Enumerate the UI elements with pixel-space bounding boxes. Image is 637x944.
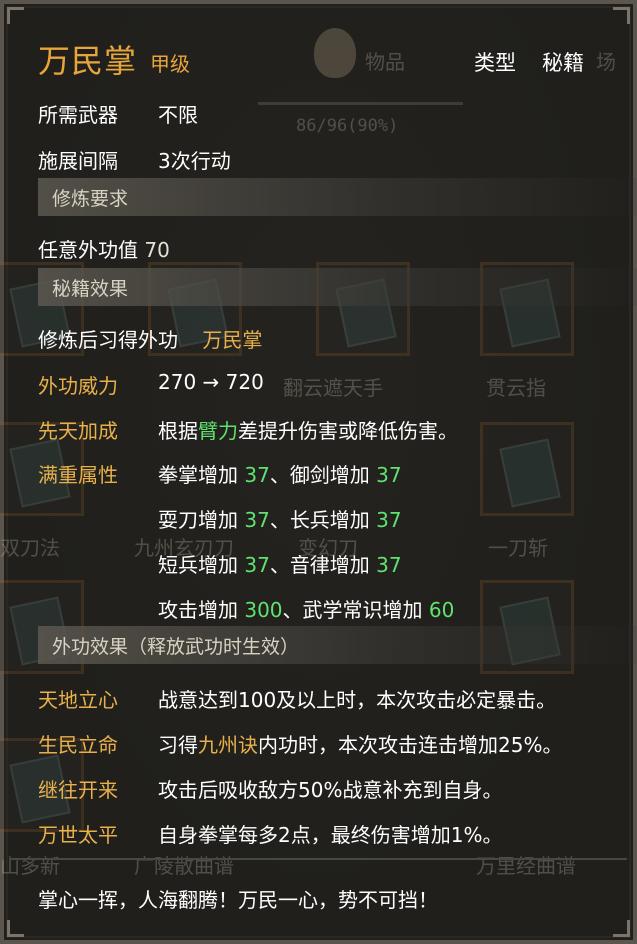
section-title: 秘籍效果 [52,278,129,300]
section-skill-effect: 外功效果（释放武功时生效） [38,626,637,664]
attr-name: 御剑增加 [289,463,377,487]
item-grade: 甲级 [150,52,190,76]
attr-line: 攻击增加 300、武学常识增加 60 [158,594,454,623]
attr-value: 37 [376,553,402,577]
effect-text: 习得 [158,733,198,757]
section-requirement: 修炼要求 [38,178,637,216]
item-title: 万民掌 [38,42,138,80]
effect-text: 战意达到100及以上时，本次攻击必定暴击。 [158,688,557,712]
divider [10,858,627,860]
attr-line: 拳掌增加 37、御剑增加 37 [158,459,402,488]
flavor-quote: 掌心一挥，人海翻腾！万民一心，势不可挡！ [38,888,438,912]
innate-value: 根据臂力差提升伤害或降低伤害。 [158,415,458,444]
skill-book-tooltip: 万民掌 甲级 类型 秘籍 所需武器 不限 施展间隔 3次行动 修炼要求 任意外功… [0,0,637,944]
innate-text: 差提升伤害或降低伤害。 [238,419,458,443]
attr-name: 长兵增加 [289,508,377,532]
skill-effect-label: 天地立心 [38,688,118,712]
innate-row: 先天加成 根据臂力差提升伤害或降低伤害。 [38,415,458,444]
attr-name: 拳掌增加 [158,463,245,487]
full-weight-row: 满重属性 拳掌增加 37、御剑增加 37 [38,459,402,488]
skill-effect-text: 习得九州诀内功时，本次攻击连击增加25%。 [158,729,562,758]
skill-effect-text: 自身拳掌每多2点，最终伤害增加1%。 [158,819,502,848]
section-effect: 秘籍效果 [38,268,637,306]
attr-value: 300 [244,598,283,622]
attr-value: 60 [428,598,455,622]
learn-label: 修炼后习得外功 [38,328,178,352]
skill-effect-label: 继往开来 [38,778,118,802]
attr-name: 短兵增加 [158,553,245,577]
innate-attribute: 臂力 [198,419,238,443]
section-title: 外功效果（释放武功时生效） [52,636,300,658]
power-label: 外功威力 [38,374,118,398]
attr-name: 武学常识增加 [302,598,429,622]
interval-value: 3次行动 [158,149,231,173]
linked-skill: 九州诀 [198,733,258,757]
attr-separator: 、 [269,463,290,487]
skill-effect-row: 继往开来 攻击后吸收敌方50%战意补充到自身。 [38,774,502,803]
attr-line: 短兵增加 37、音律增加 37 [158,549,402,578]
weapon-row: 所需武器 不限 [38,99,198,128]
innate-label: 先天加成 [38,419,118,443]
power-row: 外功威力 270 → 720 [38,370,264,399]
attr-value: 37 [376,508,402,532]
requirement-value: 70 [144,238,170,262]
attr-value: 37 [244,553,270,577]
attr-line: 耍刀增加 37、长兵增加 37 [158,504,402,533]
type-value: 秘籍 [542,51,584,75]
effect-text: 自身拳掌每多2点，最终伤害增加1%。 [158,823,503,847]
attr-separator: 、 [282,598,303,622]
interval-row: 施展间隔 3次行动 [38,145,231,174]
attr-name: 耍刀增加 [158,508,245,532]
skill-effect-label: 万世太平 [38,823,118,847]
interval-label: 施展间隔 [38,149,118,173]
effect-text: 攻击后吸收敌方50%战意补充到自身。 [158,778,503,802]
attr-name: 攻击增加 [158,598,245,622]
skill-effect-text: 攻击后吸收敌方50%战意补充到自身。 [158,774,502,803]
attr-value: 37 [244,463,270,487]
requirement-label: 任意外功值 [38,238,138,262]
skill-effect-label: 生民立命 [38,733,118,757]
attr-name: 音律增加 [289,553,377,577]
requirement-row: 任意外功值 70 [38,234,170,263]
skill-effect-row: 天地立心 战意达到100及以上时，本次攻击必定暴击。 [38,684,556,713]
attr-value: 37 [376,463,402,487]
weapon-label: 所需武器 [38,103,118,127]
type-label: 类型 [474,51,516,75]
skill-effect-row: 生民立命 习得九州诀内功时，本次攻击连击增加25%。 [38,729,562,758]
attr-separator: 、 [269,508,290,532]
power-value: 270 → 720 [158,370,264,394]
attr-separator: 、 [269,553,290,577]
innate-text: 根据 [158,419,198,443]
effect-text: 内功时，本次攻击连击增加25%。 [258,733,563,757]
skill-effect-row: 万世太平 自身拳掌每多2点，最终伤害增加1%。 [38,819,502,848]
skill-effect-text: 战意达到100及以上时，本次攻击必定暴击。 [158,684,556,713]
attr-value: 37 [244,508,270,532]
learn-value: 万民掌 [202,328,263,352]
learn-row: 修炼后习得外功 万民掌 [38,324,262,353]
section-title: 修炼要求 [52,188,129,210]
full-weight-label: 满重属性 [38,463,118,487]
weapon-value: 不限 [158,103,198,127]
